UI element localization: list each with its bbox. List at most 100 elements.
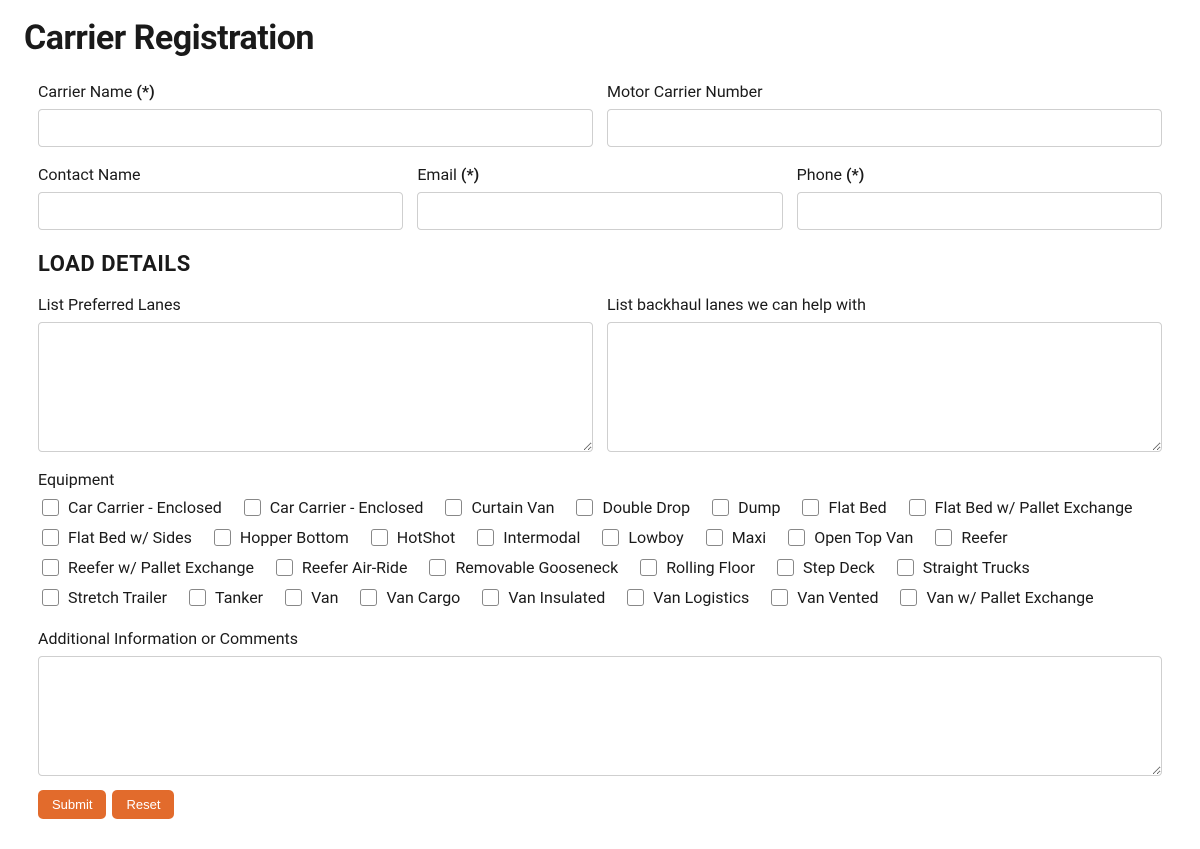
equipment-option-label: Van Cargo <box>386 585 460 611</box>
load-details-heading: LOAD DETAILS <box>38 252 1162 277</box>
equipment-checkbox[interactable] <box>482 589 499 606</box>
page-title: Carrier Registration <box>24 18 1176 58</box>
equipment-option-label: HotShot <box>397 525 455 551</box>
equipment-option[interactable]: Removable Gooseneck <box>425 555 618 581</box>
equipment-option[interactable]: Curtain Van <box>441 495 554 521</box>
equipment-checkbox[interactable] <box>897 559 914 576</box>
phone-input[interactable] <box>797 192 1162 230</box>
preferred-lanes-textarea[interactable] <box>38 322 593 452</box>
equipment-option[interactable]: Reefer Air-Ride <box>272 555 408 581</box>
motor-carrier-number-label: Motor Carrier Number <box>607 82 1162 101</box>
equipment-checkbox[interactable] <box>771 589 788 606</box>
equipment-checkbox[interactable] <box>640 559 657 576</box>
equipment-checkbox[interactable] <box>935 529 952 546</box>
equipment-option-label: Intermodal <box>503 525 580 551</box>
equipment-option[interactable]: Car Carrier - Enclosed <box>38 495 222 521</box>
equipment-checkbox[interactable] <box>214 529 231 546</box>
equipment-checkbox[interactable] <box>909 499 926 516</box>
equipment-option[interactable]: Reefer w/ Pallet Exchange <box>38 555 254 581</box>
equipment-checkbox[interactable] <box>244 499 261 516</box>
equipment-option[interactable]: Flat Bed w/ Pallet Exchange <box>905 495 1133 521</box>
preferred-lanes-label: List Preferred Lanes <box>38 295 593 314</box>
equipment-checkbox[interactable] <box>276 559 293 576</box>
equipment-option-label: Van w/ Pallet Exchange <box>926 585 1093 611</box>
equipment-checkbox[interactable] <box>602 529 619 546</box>
backhaul-lanes-label: List backhaul lanes we can help with <box>607 295 1162 314</box>
equipment-checkbox[interactable] <box>706 529 723 546</box>
equipment-option[interactable]: Double Drop <box>572 495 690 521</box>
equipment-option-label: Car Carrier - Enclosed <box>270 495 424 521</box>
equipment-checkbox[interactable] <box>42 499 59 516</box>
equipment-checkbox[interactable] <box>42 589 59 606</box>
phone-required: (*) <box>846 165 864 184</box>
equipment-checkbox[interactable] <box>900 589 917 606</box>
equipment-option-label: Rolling Floor <box>666 555 755 581</box>
equipment-checkbox[interactable] <box>42 529 59 546</box>
contact-name-label: Contact Name <box>38 165 403 184</box>
equipment-option[interactable]: Van <box>281 585 338 611</box>
equipment-checkbox[interactable] <box>371 529 388 546</box>
equipment-option[interactable]: Car Carrier - Enclosed <box>240 495 424 521</box>
equipment-checkbox[interactable] <box>802 499 819 516</box>
equipment-option[interactable]: Dump <box>708 495 780 521</box>
equipment-option-label: Removable Gooseneck <box>455 555 618 581</box>
equipment-label: Equipment <box>38 470 1162 489</box>
equipment-checkbox[interactable] <box>712 499 729 516</box>
equipment-option[interactable]: Rolling Floor <box>636 555 755 581</box>
equipment-checkbox[interactable] <box>576 499 593 516</box>
motor-carrier-number-input[interactable] <box>607 109 1162 147</box>
equipment-option-label: Reefer Air-Ride <box>302 555 408 581</box>
equipment-option[interactable]: Van Insulated <box>478 585 605 611</box>
equipment-option-label: Van Logistics <box>653 585 749 611</box>
equipment-option[interactable]: HotShot <box>367 525 455 551</box>
equipment-checkbox[interactable] <box>42 559 59 576</box>
equipment-option[interactable]: Reefer <box>931 525 1007 551</box>
equipment-checkbox[interactable] <box>285 589 302 606</box>
additional-info-textarea[interactable] <box>38 656 1162 776</box>
additional-info-label: Additional Information or Comments <box>38 629 1162 648</box>
equipment-option-label: Stretch Trailer <box>68 585 167 611</box>
email-label: Email (*) <box>417 165 782 184</box>
carrier-name-label: Carrier Name (*) <box>38 82 593 101</box>
equipment-option[interactable]: Maxi <box>702 525 767 551</box>
equipment-option-label: Tanker <box>215 585 263 611</box>
contact-name-label-text: Contact Name <box>38 165 141 184</box>
equipment-option[interactable]: Flat Bed <box>798 495 886 521</box>
equipment-option-label: Dump <box>738 495 780 521</box>
equipment-option[interactable]: Tanker <box>185 585 263 611</box>
carrier-name-label-text: Carrier Name <box>38 82 132 101</box>
equipment-checkbox[interactable] <box>189 589 206 606</box>
equipment-option-label: Step Deck <box>803 555 875 581</box>
motor-carrier-number-label-text: Motor Carrier Number <box>607 82 763 101</box>
equipment-checkbox[interactable] <box>429 559 446 576</box>
backhaul-lanes-textarea[interactable] <box>607 322 1162 452</box>
equipment-option[interactable]: Van Logistics <box>623 585 749 611</box>
equipment-option-label: Open Top Van <box>814 525 913 551</box>
equipment-option-label: Reefer <box>961 525 1007 551</box>
equipment-option[interactable]: Intermodal <box>473 525 580 551</box>
equipment-option[interactable]: Stretch Trailer <box>38 585 167 611</box>
equipment-checkbox[interactable] <box>627 589 644 606</box>
equipment-option[interactable]: Van Vented <box>767 585 878 611</box>
email-input[interactable] <box>417 192 782 230</box>
equipment-option[interactable]: Flat Bed w/ Sides <box>38 525 192 551</box>
equipment-checkbox[interactable] <box>445 499 462 516</box>
equipment-option-label: Car Carrier - Enclosed <box>68 495 222 521</box>
equipment-checkbox[interactable] <box>477 529 494 546</box>
equipment-checkbox[interactable] <box>777 559 794 576</box>
submit-button[interactable]: Submit <box>38 790 106 819</box>
equipment-option[interactable]: Straight Trucks <box>893 555 1030 581</box>
equipment-option-label: Van Vented <box>797 585 878 611</box>
equipment-checkbox[interactable] <box>788 529 805 546</box>
contact-name-input[interactable] <box>38 192 403 230</box>
equipment-option[interactable]: Lowboy <box>598 525 683 551</box>
equipment-option[interactable]: Van w/ Pallet Exchange <box>896 585 1093 611</box>
equipment-option[interactable]: Hopper Bottom <box>210 525 349 551</box>
equipment-option[interactable]: Open Top Van <box>784 525 913 551</box>
equipment-option[interactable]: Van Cargo <box>356 585 460 611</box>
equipment-option-label: Flat Bed w/ Pallet Exchange <box>935 495 1133 521</box>
equipment-checkbox[interactable] <box>360 589 377 606</box>
reset-button[interactable]: Reset <box>112 790 174 819</box>
equipment-option[interactable]: Step Deck <box>773 555 875 581</box>
carrier-name-input[interactable] <box>38 109 593 147</box>
